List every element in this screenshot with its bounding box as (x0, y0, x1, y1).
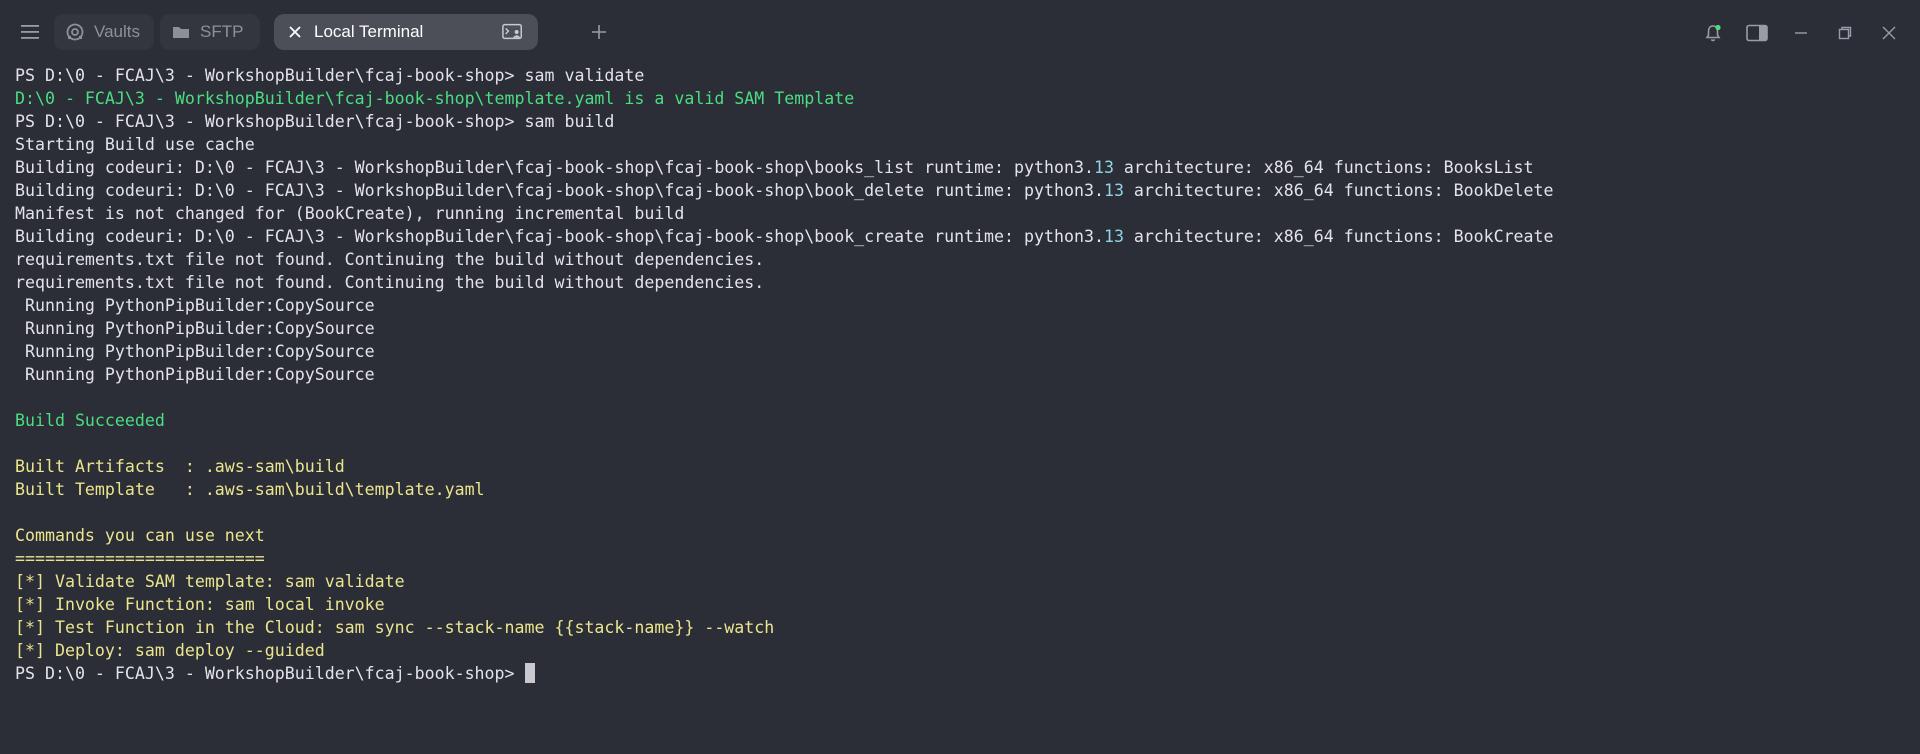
close-icon[interactable] (284, 21, 306, 43)
terminal-cursor (524, 663, 535, 683)
terminal-line: Built Artifacts : .aws-sam\build (15, 457, 345, 476)
plus-icon (592, 25, 606, 39)
terminal-line: ========================= (15, 549, 265, 568)
minimize-icon (1795, 32, 1807, 34)
terminal-line: PS D:\0 - FCAJ\3 - WorkshopBuilder\fcaj-… (15, 66, 645, 85)
sidebar-toggle-button[interactable] (1744, 20, 1770, 46)
terminal-line: Building codeuri: D:\0 - FCAJ\3 - Worksh… (15, 179, 1905, 202)
terminal-line: Manifest is not changed for (BookCreate)… (15, 204, 685, 223)
minimize-button[interactable] (1788, 20, 1814, 46)
terminal-text: architecture: x86_64 functions: BookCrea… (1123, 227, 1554, 246)
terminal-line: Built Template : .aws-sam\build\template… (15, 480, 485, 499)
menu-icon (21, 25, 39, 39)
terminal-line: Building codeuri: D:\0 - FCAJ\3 - Worksh… (15, 156, 1905, 179)
close-window-button[interactable] (1876, 20, 1902, 46)
terminal-number: 13 (1103, 227, 1124, 246)
terminal-line: PS D:\0 - FCAJ\3 - WorkshopBuilder\fcaj-… (15, 112, 615, 131)
tab-vaults[interactable]: Vaults (54, 14, 154, 50)
terminal-line: Starting Build use cache (15, 135, 255, 154)
sidebar-panel-icon (1746, 24, 1768, 42)
terminal-text: architecture: x86_64 functions: BookDele… (1123, 181, 1554, 200)
folder-icon (170, 21, 192, 43)
bell-icon (1705, 24, 1721, 42)
terminal-line: [*] Deploy: sam deploy --guided (15, 641, 325, 660)
terminal-prompt-line[interactable]: PS D:\0 - FCAJ\3 - WorkshopBuilder\fcaj-… (15, 662, 1905, 685)
tab-local-terminal-label: Local Terminal (314, 22, 424, 41)
title-bar: Vaults SFTP Local Terminal (0, 0, 1920, 64)
terminal-output[interactable]: PS D:\0 - FCAJ\3 - WorkshopBuilder\fcaj-… (15, 64, 1905, 754)
terminal-line: Building codeuri: D:\0 - FCAJ\3 - Worksh… (15, 225, 1905, 248)
terminal-line: requirements.txt file not found. Continu… (15, 250, 765, 269)
terminal-text: Building codeuri: D:\0 - FCAJ\3 - Worksh… (15, 181, 1104, 200)
terminal-line: Running PythonPipBuilder:CopySource (15, 319, 375, 338)
restore-icon (1838, 26, 1852, 40)
vaults-icon (64, 21, 86, 43)
close-window-icon (1882, 26, 1896, 40)
terminal-number: 13 (1103, 181, 1124, 200)
terminal-line: Commands you can use next (15, 526, 265, 545)
terminal-user-icon (502, 21, 524, 43)
terminal-line: Running PythonPipBuilder:CopySource (15, 365, 375, 384)
terminal-line: [*] Test Function in the Cloud: sam sync… (15, 618, 775, 637)
terminal-line: D:\0 - FCAJ\3 - WorkshopBuilder\fcaj-boo… (15, 89, 855, 108)
tab-vaults-label: Vaults (94, 22, 140, 41)
terminal-number: 13 (1093, 158, 1114, 177)
notifications-button[interactable] (1700, 20, 1726, 46)
terminal-text: architecture: x86_64 functions: BooksLis… (1113, 158, 1534, 177)
terminal-line: Running PythonPipBuilder:CopySource (15, 296, 375, 315)
terminal-line: Running PythonPipBuilder:CopySource (15, 342, 375, 361)
terminal-line: Build Succeeded (15, 411, 165, 430)
new-tab-button[interactable] (586, 19, 612, 45)
menu-button[interactable] (14, 18, 46, 46)
tab-sftp-label: SFTP (200, 22, 244, 41)
restore-button[interactable] (1832, 20, 1858, 46)
terminal-text: Building codeuri: D:\0 - FCAJ\3 - Worksh… (15, 158, 1094, 177)
tab-sftp[interactable]: SFTP (160, 14, 260, 50)
terminal-prompt: PS D:\0 - FCAJ\3 - WorkshopBuilder\fcaj-… (15, 664, 515, 683)
terminal-line: [*] Validate SAM template: sam validate (15, 572, 405, 591)
terminal-line: [*] Invoke Function: sam local invoke (15, 595, 385, 614)
tab-local-terminal[interactable]: Local Terminal (274, 14, 538, 50)
terminal-text: Building codeuri: D:\0 - FCAJ\3 - Worksh… (15, 227, 1104, 246)
terminal-line: requirements.txt file not found. Continu… (15, 273, 765, 292)
